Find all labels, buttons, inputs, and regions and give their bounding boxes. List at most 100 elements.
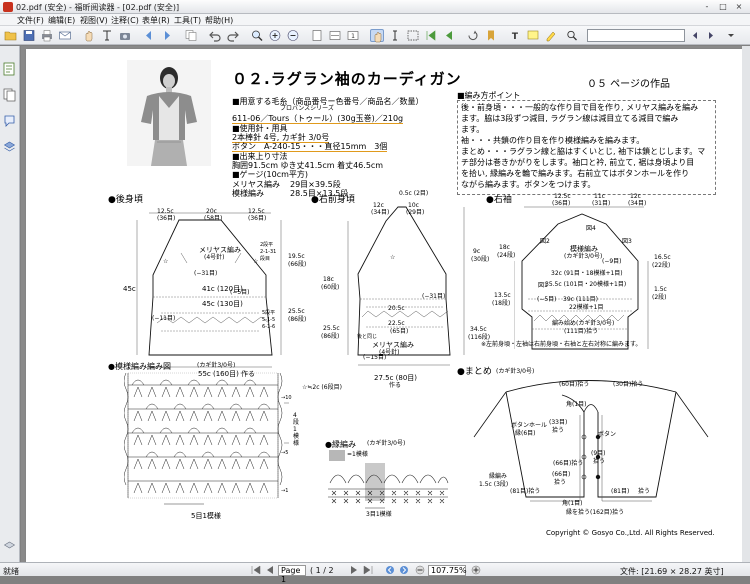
back-left-decrease: (−11目) xyxy=(152,315,176,322)
undo-icon[interactable] xyxy=(208,29,222,42)
back-top-right-stitches: (36目) xyxy=(248,215,267,222)
first-page-icon[interactable] xyxy=(424,29,438,42)
prev-page-button[interactable] xyxy=(264,565,276,575)
note-icon[interactable] xyxy=(526,29,540,42)
zoom-out-button[interactable] xyxy=(414,565,426,575)
prev-page-icon[interactable] xyxy=(442,29,456,42)
prev-view-button[interactable] xyxy=(384,565,396,575)
menu-form[interactable]: 表单(R) xyxy=(142,15,170,26)
select-text-icon[interactable] xyxy=(100,29,114,42)
finish-d2: 拾う xyxy=(552,427,565,434)
zoom-field[interactable]: 107.75% xyxy=(428,565,467,576)
copy-icon[interactable] xyxy=(184,29,198,42)
sleeve-row4: 22模様+1目 xyxy=(569,304,604,311)
last-page-button[interactable] xyxy=(362,565,374,575)
window-title: 02.pdf (安全) - 福昕阅读器 - [02.pdf (安全)] xyxy=(16,3,180,12)
bookmark-icon[interactable] xyxy=(484,29,498,42)
points-line: まとめ・・・ラグラン線と脇はすくいとじ, 袖下は鎖とじします。マ xyxy=(461,147,706,156)
annotations-panel-icon[interactable] xyxy=(3,114,16,128)
typewriter-icon[interactable]: T xyxy=(508,29,522,42)
gauge-heading: ■ゲージ(10cm平方) xyxy=(232,170,309,179)
zoom-icon[interactable] xyxy=(250,29,264,42)
pages-panel-icon[interactable] xyxy=(3,88,16,102)
status-bar: 就绪 Page 1 ( 1 / 2 107.75% 文件: [21.69 × 2… xyxy=(0,562,750,584)
fit-page-icon[interactable] xyxy=(310,29,324,42)
front-dec15: (−15目) xyxy=(363,354,387,361)
rotate-icon[interactable] xyxy=(466,29,480,42)
zoom-in-icon[interactable] xyxy=(268,29,282,42)
pattern-title: ０２.ラグラン袖のカーディガン xyxy=(232,70,462,88)
sleeve-start: 編み始め(カギ針3/0号) xyxy=(552,320,615,327)
search-next-icon[interactable] xyxy=(704,29,718,42)
finish-hook: (カギ針3/0号) xyxy=(496,368,535,375)
attachment-panel-icon[interactable] xyxy=(3,540,16,554)
needles-heading: ■使用針・用具 xyxy=(232,124,288,133)
zoom-in-button[interactable] xyxy=(470,565,482,575)
sleeve-row1: 32c (91目・18模様+1目) xyxy=(551,270,623,277)
front-side-note: 後と同じ xyxy=(357,334,378,340)
next-view-icon[interactable] xyxy=(160,29,174,42)
open-folder-icon[interactable] xyxy=(4,29,18,42)
menu-edit[interactable]: 编辑(E) xyxy=(48,15,75,26)
menu-view[interactable]: 视图(V) xyxy=(80,15,108,26)
chart-row-10: →10 xyxy=(281,395,292,401)
back-minus5: (−5目) xyxy=(230,289,250,296)
bookmarks-panel-icon[interactable] xyxy=(3,62,16,76)
front-r2: 22.5c xyxy=(388,320,405,327)
next-page-button[interactable] xyxy=(348,565,360,575)
text-cursor-icon[interactable] xyxy=(388,29,402,42)
minimize-button[interactable]: - xyxy=(700,2,714,12)
navigation-panel xyxy=(0,46,20,562)
status-text: 就绪 xyxy=(3,567,19,576)
front-h1-rows: (60段) xyxy=(321,284,340,291)
zoom-out-icon[interactable] xyxy=(286,29,300,42)
first-page-button[interactable] xyxy=(250,565,262,575)
front-bottom-note: 作る xyxy=(389,382,402,389)
points-heading: ■編み方ポイント xyxy=(457,91,521,100)
layers-panel-icon[interactable] xyxy=(3,140,16,154)
front-h2-rows: (86段) xyxy=(321,333,340,340)
finish-l: (81目)拾う xyxy=(510,488,541,495)
email-icon[interactable] xyxy=(58,29,72,42)
find-icon[interactable] xyxy=(565,29,579,42)
actual-size-icon[interactable]: 1 xyxy=(346,29,360,42)
front-r3: (65目) xyxy=(390,328,409,335)
menu-comment[interactable]: 注释(C) xyxy=(111,15,139,26)
vertical-scrollbar[interactable] xyxy=(742,46,750,562)
hand-tool-icon[interactable] xyxy=(82,29,96,42)
sleeve-heading: ●右袖 xyxy=(486,195,512,205)
prev-view-icon[interactable] xyxy=(142,29,156,42)
print-icon[interactable] xyxy=(40,29,54,42)
hand-mode-icon[interactable] xyxy=(370,29,384,43)
redo-icon[interactable] xyxy=(226,29,240,42)
close-button[interactable]: × xyxy=(732,2,746,12)
finish-heading: ●まとめ xyxy=(457,367,492,377)
front-approx: ☆≒2c (6段目) xyxy=(302,384,342,391)
back-needle: (4号針) xyxy=(204,254,225,261)
menu-help[interactable]: 帮助(H) xyxy=(205,15,233,26)
snapshot-icon[interactable] xyxy=(118,29,132,42)
back-side-rows: (86段) xyxy=(288,316,307,323)
sleeve-mirror-note: ※左前身頃・左袖は右前身頃・右袖と左右対称に編みます。 xyxy=(481,341,642,348)
next-view-button[interactable] xyxy=(398,565,410,575)
search-prev-icon[interactable] xyxy=(688,29,702,42)
more-options-icon[interactable] xyxy=(724,29,738,42)
highlight-icon[interactable] xyxy=(544,29,558,42)
pdf-page: ０２.ラグラン袖のカーディガン ０５ ページの作品 ■用意する毛糸（商品番号ー色… xyxy=(26,49,750,562)
front-w1-stitches: (34目) xyxy=(371,209,390,216)
front-stitch-name: メリヤス編み xyxy=(372,341,414,349)
menu-tools[interactable]: 工具(T) xyxy=(174,15,201,26)
maximize-button[interactable]: □ xyxy=(716,2,730,12)
size-heading: ■出来上り寸法 xyxy=(232,152,288,161)
fit-width-icon[interactable] xyxy=(328,29,342,42)
points-line: 袖・・・共鎖の作り目を作り模様編みを編みます。 xyxy=(461,136,645,145)
menu-file[interactable]: 文件(F) xyxy=(17,15,44,26)
chart-repeat: 4段1模様 xyxy=(293,412,300,447)
save-icon[interactable] xyxy=(22,29,36,42)
back-minus31: (−31目) xyxy=(194,270,218,277)
document-viewport[interactable]: ０２.ラグラン袖のカーディガン ０５ ページの作品 ■用意する毛糸（商品番号ー色… xyxy=(21,46,750,562)
back-height: 45c xyxy=(123,285,136,293)
search-input[interactable] xyxy=(587,29,685,42)
marquee-icon[interactable] xyxy=(406,29,420,42)
page-number-field[interactable]: Page 1 xyxy=(278,565,306,584)
